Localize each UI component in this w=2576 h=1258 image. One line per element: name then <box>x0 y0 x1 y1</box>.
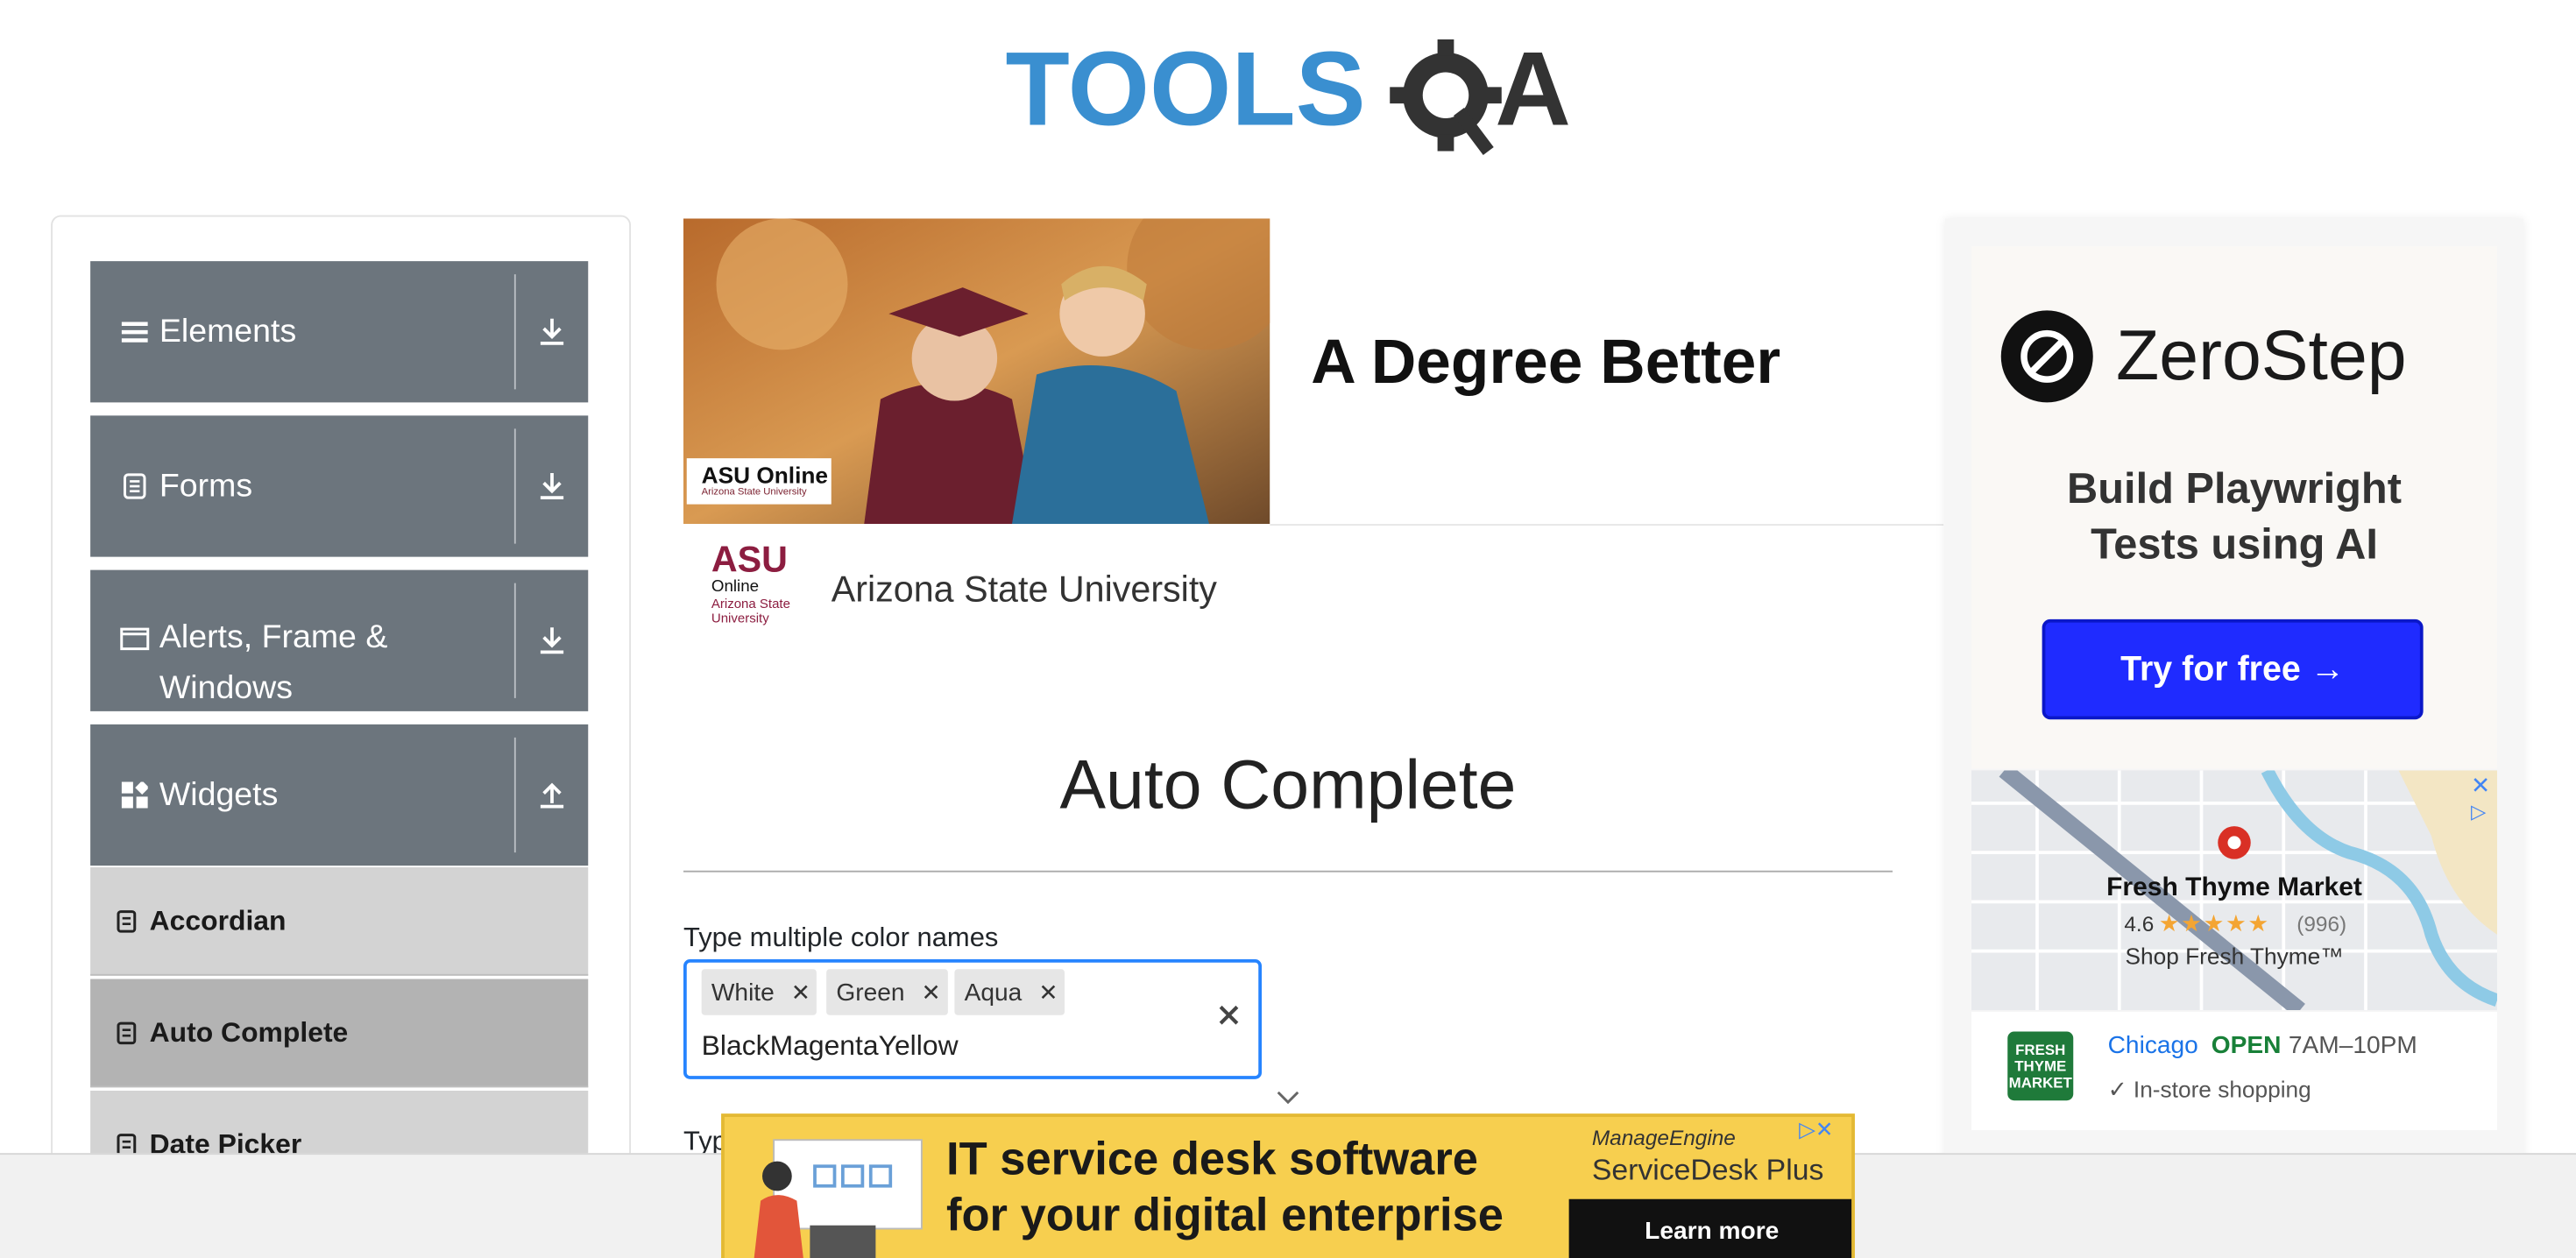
store-name: Fresh Thyme Market <box>2106 873 2362 902</box>
gear-icon <box>1390 39 1502 155</box>
sidebar-group-label: Alerts, Frame & Windows <box>159 618 388 707</box>
multi-color-input[interactable]: White ✕ Green ✕ Aqua ✕ BlackMagentaYello… <box>683 959 1262 1079</box>
store-status: OPEN <box>2211 1031 2282 1060</box>
sidebar-item-auto-complete[interactable]: Auto Complete <box>90 979 589 1088</box>
toolsqa-logo[interactable]: TOOLS A <box>1006 23 1581 161</box>
chip-label: White <box>711 978 775 1007</box>
download-icon[interactable] <box>526 415 578 556</box>
manageengine-product: ServiceDesk Plus <box>1591 1153 1824 1186</box>
banner-headline-2: for your digital enterprise <box>946 1189 1504 1240</box>
close-ad-icon[interactable]: ▷✕ <box>1799 1117 1833 1143</box>
store-city[interactable]: Chicago <box>2108 1032 2198 1060</box>
store-hours: 7AM–10PM <box>2288 1031 2417 1060</box>
asu-badge: ASU Online <box>701 461 829 488</box>
adchoices-icon[interactable]: ▷ <box>2471 800 2486 823</box>
close-ad-icon[interactable]: ✕ <box>2471 772 2490 800</box>
ad-photo[interactable]: ASU Online Arizona State University <box>683 218 1270 525</box>
chip-aqua: Aqua ✕ <box>954 969 1065 1015</box>
remove-chip-icon[interactable]: ✕ <box>915 969 948 1015</box>
star-rating-icon: ★★★★★ <box>2158 909 2270 936</box>
ad-headline[interactable]: A Degree Better <box>1311 329 1780 399</box>
sidebar: Elements Forms Alerts, Frame & Windows W… <box>51 215 631 1201</box>
remove-chip-icon[interactable]: ✕ <box>784 969 817 1015</box>
sidebar-item-accordian[interactable]: Accordian <box>90 867 589 976</box>
zerostep-logo-icon <box>2000 310 2093 403</box>
form-icon <box>117 1133 137 1156</box>
chip-label: Green <box>836 978 905 1007</box>
svg-text:A: A <box>1495 31 1571 148</box>
logo-text: TOOLS <box>1006 31 1366 148</box>
title-divider <box>683 870 1893 873</box>
zerostep-brand: ZeroStep <box>2116 316 2407 396</box>
try-for-free-button[interactable]: Try for free → <box>2042 618 2424 720</box>
sidebar-group-alerts[interactable]: Alerts, Frame & Windows <box>90 569 589 711</box>
clear-all-icon[interactable] <box>1216 1002 1242 1028</box>
asu-logo[interactable]: ASU Online Arizona State University <box>704 541 809 641</box>
banner-headline-1: IT service desk software <box>946 1133 1479 1184</box>
manageengine-brand: ManageEngine <box>1591 1125 1736 1150</box>
zerostep-tagline: Build Playwright Tests using AI <box>1971 460 2497 572</box>
sidebar-group-elements[interactable]: Elements <box>90 261 589 403</box>
store-tagline: Shop Fresh Thyme™ <box>2125 943 2344 970</box>
store-rating: 4.6 <box>2124 911 2155 936</box>
remove-chip-icon[interactable]: ✕ <box>1032 969 1065 1015</box>
sidebar-group-label: Widgets <box>159 775 279 813</box>
store-feature: ✓ In-store shopping <box>2107 1076 2311 1103</box>
sidebar-group-widgets[interactable]: Widgets <box>90 724 589 866</box>
fresh-thyme-logo: FRESH THYME MARKET <box>2007 1031 2074 1101</box>
tagline-line-2: Tests using AI <box>2091 519 2378 569</box>
chip-white: White ✕ <box>701 969 817 1015</box>
sidebar-item-label: Auto Complete <box>149 1015 349 1048</box>
bottom-banner-ad[interactable]: IT service desk software for your digita… <box>721 1113 1855 1258</box>
chip-green: Green ✕ <box>826 969 948 1015</box>
page-title: Auto Complete <box>1059 746 1517 823</box>
form-icon <box>117 909 137 932</box>
upload-icon[interactable] <box>526 724 578 866</box>
download-icon[interactable] <box>526 261 578 402</box>
form-icon <box>117 1021 137 1044</box>
learn-more-button[interactable]: Learn more <box>1568 1198 1852 1258</box>
typed-text[interactable]: BlackMagentaYellow <box>702 1030 959 1064</box>
tagline-line-1: Build Playwright <box>2067 463 2402 512</box>
sidebar-group-label: Forms <box>159 467 253 504</box>
chip-label: Aqua <box>964 978 1023 1007</box>
list-icon <box>120 317 150 347</box>
helpdesk-illustration-icon <box>741 1127 931 1258</box>
download-icon[interactable] <box>526 570 578 711</box>
window-icon <box>120 625 150 654</box>
chevron-down-icon[interactable] <box>1275 1085 1301 1106</box>
sidebar-item-label: Accordian <box>149 904 287 936</box>
ad-advertiser[interactable]: Arizona State University <box>832 569 1217 611</box>
multi-color-label: Type multiple color names <box>683 922 999 953</box>
sidebar-group-forms[interactable]: Forms <box>90 415 589 557</box>
review-count: (996) <box>2296 911 2347 936</box>
sidebar-group-label: Elements <box>159 313 297 350</box>
widgets-icon <box>120 781 150 810</box>
form-icon <box>120 471 150 501</box>
asu-badge-sub: Arizona State University <box>701 487 807 498</box>
